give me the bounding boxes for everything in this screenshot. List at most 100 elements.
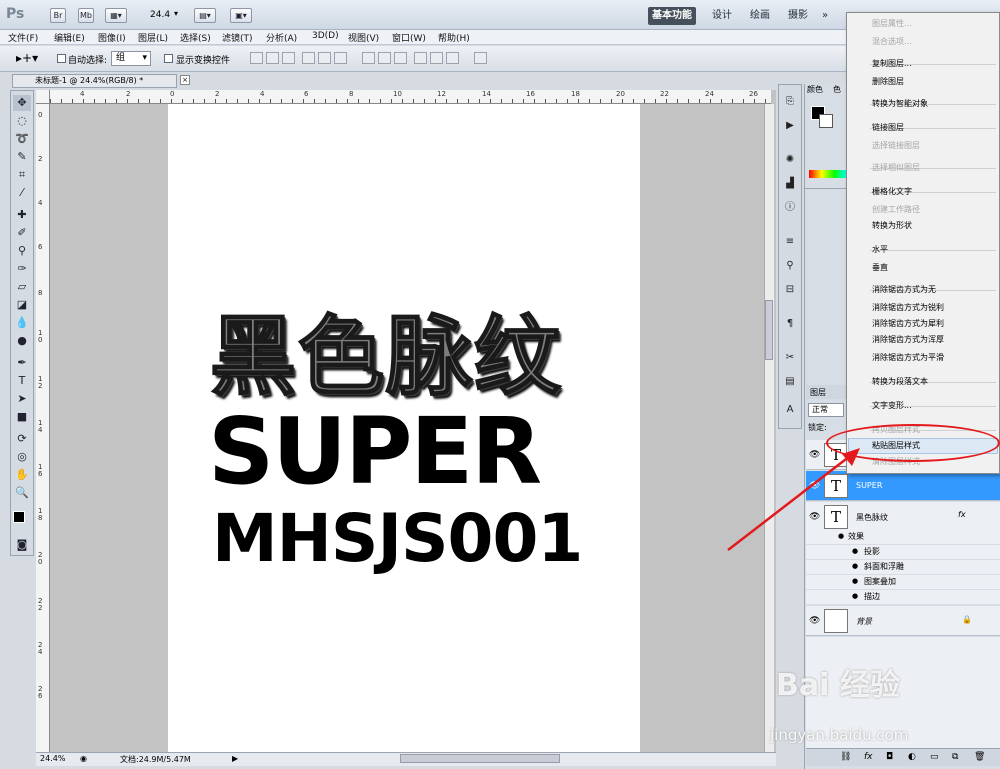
tool-presets-panel-icon[interactable]: ⊟: [782, 283, 798, 297]
move-tool-preset-icon[interactable]: ▸+▾: [16, 51, 38, 65]
history-panel-icon[interactable]: ⎘: [782, 95, 798, 109]
mini-bridge-button[interactable]: Mb: [78, 8, 94, 23]
menu-3d[interactable]: 3D(D): [312, 31, 339, 41]
menu-analysis[interactable]: 分析(A): [266, 31, 297, 44]
scissors-panel-icon[interactable]: ✂: [782, 351, 798, 365]
healing-brush-tool-icon[interactable]: ✚: [13, 207, 31, 223]
link-layers-icon[interactable]: ⛓: [840, 752, 851, 762]
lasso-tool-icon[interactable]: ➰: [13, 131, 31, 147]
menu-item[interactable]: 垂直: [872, 262, 888, 273]
eye-icon[interactable]: ●: [852, 562, 858, 570]
clone-source-panel-icon[interactable]: ⚲: [782, 259, 798, 273]
workspace-essentials[interactable]: 基本功能: [648, 7, 696, 25]
horizontal-scroll-thumb[interactable]: [400, 754, 560, 763]
color-panel-tab[interactable]: 颜色: [807, 84, 823, 95]
blur-tool-icon[interactable]: 💧: [13, 315, 31, 331]
effect-item[interactable]: ● 斜面和浮雕: [806, 560, 1000, 574]
character-panel-icon[interactable]: A: [782, 403, 798, 417]
arrange-documents-icon[interactable]: ▤▾: [194, 8, 216, 23]
shape-tool-icon[interactable]: ■: [13, 409, 31, 425]
menu-item[interactable]: 消除锯齿方式为平滑: [872, 352, 944, 363]
move-tool-icon[interactable]: ✥: [13, 95, 31, 111]
workspace-painting[interactable]: 绘画: [746, 7, 774, 25]
menu-item[interactable]: 消除锯齿方式为犀利: [872, 318, 944, 329]
menu-item[interactable]: 栅格化文字: [872, 186, 912, 197]
menu-item[interactable]: 消除锯齿方式为无: [872, 284, 936, 295]
3d-orbit-tool-icon[interactable]: ◎: [13, 449, 31, 465]
swatches-panel-tab[interactable]: 色: [833, 84, 841, 95]
pen-tool-icon[interactable]: ✒: [13, 355, 31, 371]
zoom-dropdown-icon[interactable]: ▾: [174, 9, 178, 18]
distribute-vcenter-icon[interactable]: [378, 52, 391, 64]
align-right-icon[interactable]: [334, 52, 347, 64]
menu-select[interactable]: 选择(S): [180, 31, 211, 44]
clone-stamp-tool-icon[interactable]: ⚲: [13, 243, 31, 259]
distribute-right-icon[interactable]: [446, 52, 459, 64]
ruler-origin[interactable]: [36, 90, 50, 104]
document-tab[interactable]: 未标题-1 @ 24.4%(RGB/8) * ×: [12, 74, 190, 88]
menu-window[interactable]: 窗口(W): [392, 31, 426, 44]
color-ramp[interactable]: [809, 170, 847, 178]
menu-help[interactable]: 帮助(H): [438, 31, 470, 44]
menu-item[interactable]: 删除图层: [872, 76, 904, 87]
crop-tool-icon[interactable]: ⌗: [13, 167, 31, 183]
vertical-scrollbar[interactable]: [764, 104, 774, 752]
eye-icon[interactable]: 👁: [809, 616, 820, 626]
eraser-tool-icon[interactable]: ▱: [13, 279, 31, 295]
screen-mode-icon[interactable]: ▣▾: [230, 8, 252, 23]
3d-rotate-tool-icon[interactable]: ⟳: [13, 431, 31, 447]
menu-view[interactable]: 视图(V): [348, 31, 379, 44]
align-vcenter-icon[interactable]: [266, 52, 279, 64]
status-menu-arrow-icon[interactable]: ▶: [232, 754, 238, 763]
trash-icon[interactable]: 🗑: [974, 752, 985, 762]
paragraph-panel-icon[interactable]: ¶: [782, 317, 798, 331]
align-left-icon[interactable]: [302, 52, 315, 64]
color-panel-background[interactable]: [819, 114, 833, 128]
menu-layer[interactable]: 图层(L): [138, 31, 168, 44]
histogram-panel-icon[interactable]: ▟: [782, 177, 798, 191]
align-hcenter-icon[interactable]: [318, 52, 331, 64]
menu-item[interactable]: 转换为智能对象: [872, 98, 928, 109]
align-bottom-icon[interactable]: [282, 52, 295, 64]
layer-row-background[interactable]: 👁 背景 🔒: [806, 606, 1000, 636]
menu-item[interactable]: 复制图层...: [872, 58, 912, 69]
status-icon[interactable]: ◉: [80, 754, 87, 763]
actions-panel-icon[interactable]: ▶: [782, 119, 798, 133]
brushes-panel-icon[interactable]: ≡: [782, 235, 798, 249]
hand-tool-icon[interactable]: ✋: [13, 467, 31, 483]
menu-item[interactable]: 转换为段落文本: [872, 376, 928, 387]
eye-icon[interactable]: ●: [852, 577, 858, 585]
menu-edit[interactable]: 编辑(E): [54, 31, 85, 44]
navigator-panel-icon[interactable]: ✺: [782, 153, 798, 167]
align-top-icon[interactable]: [250, 52, 263, 64]
distribute-bottom-icon[interactable]: [394, 52, 407, 64]
menu-item[interactable]: 文字变形...: [872, 400, 912, 411]
distribute-left-icon[interactable]: [414, 52, 427, 64]
new-group-icon[interactable]: ▭: [930, 752, 939, 762]
view-extras-icon[interactable]: ▦▾: [105, 8, 127, 23]
new-layer-icon[interactable]: ⧉: [952, 752, 958, 762]
menu-item-paste-layer-style[interactable]: 粘贴图层样式: [872, 440, 920, 451]
menu-image[interactable]: 图像(I): [98, 31, 126, 44]
more-workspaces-button[interactable]: »: [818, 7, 832, 25]
path-select-tool-icon[interactable]: ➤: [13, 391, 31, 407]
show-transform-checkbox[interactable]: [164, 54, 173, 63]
menu-item[interactable]: 转换为形状: [872, 220, 912, 231]
vertical-scroll-thumb[interactable]: [765, 300, 773, 360]
add-mask-icon[interactable]: ◘: [886, 752, 893, 762]
effect-item[interactable]: ● 图案叠加: [806, 575, 1000, 589]
eyedropper-tool-icon[interactable]: ⁄: [13, 185, 31, 201]
menu-item[interactable]: 消除锯齿方式为浑厚: [872, 334, 944, 345]
gradient-tool-icon[interactable]: ◪: [13, 297, 31, 313]
type-tool-icon[interactable]: T: [13, 373, 31, 389]
auto-select-dropdown[interactable]: 组 ▾: [111, 51, 151, 66]
auto-align-icon[interactable]: [474, 52, 487, 64]
zoom-status[interactable]: 24.4%: [40, 754, 65, 763]
foreground-color-swatch[interactable]: [13, 511, 25, 523]
zoom-level[interactable]: 24.4: [150, 10, 170, 20]
bridge-button[interactable]: Br: [50, 8, 66, 23]
close-tab-icon[interactable]: ×: [180, 75, 190, 85]
auto-select-checkbox[interactable]: [57, 54, 66, 63]
zoom-tool-icon[interactable]: 🔍: [13, 485, 31, 501]
workspace-photography[interactable]: 摄影: [784, 7, 812, 25]
